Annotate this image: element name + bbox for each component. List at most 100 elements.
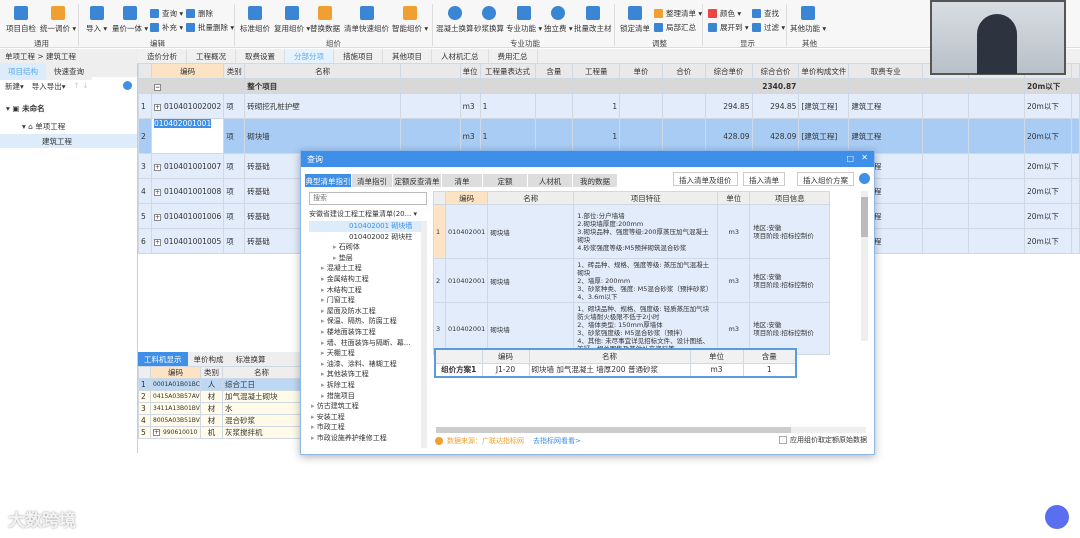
assistant-robot-icon[interactable]: [1045, 505, 1069, 529]
checkbox-box[interactable]: [779, 436, 787, 444]
code-cell[interactable]: +010401002002: [150, 93, 225, 119]
expand-toggle[interactable]: +: [153, 163, 161, 171]
smart-pricing-button[interactable]: 智能组价 ▾: [392, 6, 428, 34]
tree-item[interactable]: 010402002 砌块柱: [309, 232, 421, 243]
tab-cost-analysis[interactable]: 造价分析: [138, 49, 187, 63]
tab-labor-material-summary[interactable]: 人材机汇总: [432, 49, 489, 63]
code-cell[interactable]: +010401001005: [150, 228, 225, 254]
tab-list-guide[interactable]: 清单指引: [352, 174, 392, 187]
col-header-amount[interactable]: 合价: [661, 63, 706, 79]
tree-item[interactable]: ▸ 保温、隔热、防腐工程: [309, 316, 421, 327]
expand-toggle[interactable]: +: [153, 429, 160, 436]
col-header-type[interactable]: 类别: [200, 366, 223, 379]
table-row[interactable]: 2 010402001001 项砌块墙 m3 1 1 428.09 428.09 [建筑工程] 建…: [138, 118, 1080, 154]
tab-typical-list-guide[interactable]: 典型清单指引: [305, 174, 351, 187]
tab-sub-items[interactable]: 分部分项: [285, 49, 334, 63]
reuse-pricing-button[interactable]: 复用组价 ▾: [274, 6, 310, 34]
tree-item[interactable]: ▸ 门窗工程: [309, 295, 421, 306]
delete-button[interactable]: 删除: [186, 8, 213, 19]
tab-unit-price-composition[interactable]: 单价构成: [188, 352, 230, 366]
settings-icon[interactable]: [123, 81, 132, 90]
table-row[interactable]: 3 010402001 砌块墙 1、砌块品种、规格、强度级: 轻质蒸压加气块 防火墙耐…: [433, 302, 831, 355]
tab-fee-settings[interactable]: 取费设置: [236, 49, 285, 63]
move-arrows-icon[interactable]: ↑ ↓: [74, 81, 89, 92]
pricing-plan-row[interactable]: 组价方案1 J1-20 砌块墙 加气混凝土 墙厚200 普通砂浆 m3 1: [434, 362, 797, 378]
other-functions-button[interactable]: 其他功能 ▾: [790, 6, 826, 34]
new-button[interactable]: 新建▾: [5, 81, 24, 92]
code-cell[interactable]: +010401001006: [150, 203, 225, 229]
tab-fee-summary[interactable]: 费用汇总: [489, 49, 538, 63]
tree-item[interactable]: ▸ 措施项目: [309, 391, 421, 402]
tab-my-data[interactable]: 我的数据: [573, 174, 617, 187]
table-row[interactable]: 1 0001A01B01BC 人综合工日: [138, 378, 301, 391]
expand-to-button[interactable]: 展开到 ▾: [708, 22, 749, 33]
collapse-toggle[interactable]: −: [150, 78, 225, 94]
filter-button[interactable]: 过滤 ▾: [752, 22, 785, 33]
code-cell[interactable]: 0415A03B57AV: [150, 390, 201, 403]
col-header-price-file[interactable]: 单价构成文件: [798, 63, 850, 79]
col-header-price[interactable]: 单价: [619, 63, 663, 79]
maximize-icon[interactable]: □: [846, 154, 854, 163]
col-header-quantity[interactable]: 工程量: [572, 63, 621, 79]
search-input[interactable]: [309, 192, 427, 205]
code-cell[interactable]: 0001A01B01BC: [150, 378, 201, 391]
code-cell[interactable]: 3411A13B01BV: [150, 402, 201, 415]
color-button[interactable]: 颜色 ▾: [708, 8, 741, 19]
batch-change-material-button[interactable]: 批量改主材: [574, 6, 612, 34]
tab-measures[interactable]: 措施项目: [334, 49, 383, 63]
col-header-comp-amount[interactable]: 综合合价: [751, 63, 800, 79]
tree-item[interactable]: ▸ 市政设施养护维修工程: [309, 433, 421, 444]
code-cell[interactable]: +990610010: [150, 426, 201, 439]
lock-list-button[interactable]: 锁定清单: [620, 6, 650, 34]
tab-quota-reverse[interactable]: 定额反查清单: [393, 174, 441, 187]
col-header-code[interactable]: 编码: [444, 191, 489, 205]
tab-quick-query[interactable]: 快速查询: [46, 63, 92, 80]
name-cell[interactable]: 砖砌挖孔桩护壁: [244, 93, 402, 119]
import-button[interactable]: 导入 ▾: [86, 6, 107, 34]
expand-toggle[interactable]: +: [153, 188, 161, 196]
tree-item[interactable]: ▸ 墙、柱面装饰与隔断、幕...: [309, 338, 421, 349]
name-cell[interactable]: 砌块墙: [244, 118, 402, 154]
col-header-fee-specialty[interactable]: 取费专业: [848, 63, 923, 79]
professional-functions-button[interactable]: 专业功能 ▾: [506, 6, 542, 34]
tab-project-structure[interactable]: 项目结构: [0, 63, 46, 80]
batch-delete-button[interactable]: 批量删除 ▾: [186, 22, 234, 33]
table-row[interactable]: 2 0415A03B57AV 材加气混凝土砌块: [138, 390, 301, 403]
code-cell[interactable]: 8005A03B51BV: [150, 414, 201, 427]
tab-labor-material-display[interactable]: 工料机显示: [138, 352, 188, 366]
expand-toggle[interactable]: +: [153, 213, 161, 221]
tree-item[interactable]: ▸ 垫层: [309, 253, 421, 264]
tree-building-project[interactable]: 建筑工程: [0, 134, 137, 148]
tree-item[interactable]: 010402001 砌块墙: [309, 221, 421, 232]
mortar-convert-button[interactable]: 砂浆换算: [474, 6, 504, 34]
supplement-button[interactable]: 补充 ▾: [150, 22, 183, 33]
horizontal-scrollbar[interactable]: [436, 427, 866, 433]
table-row[interactable]: 1 010402001 砌块墙 1.部位:分户墙墙 2.砌块墙厚度:200mm 3.砌…: [433, 204, 831, 259]
vertical-scrollbar[interactable]: [861, 191, 868, 341]
quick-pricing-button[interactable]: 清单快速组价: [344, 6, 389, 34]
standard-pricing-button[interactable]: 标准组价: [240, 6, 270, 34]
tab-project-overview[interactable]: 工程概况: [187, 49, 236, 63]
summary-row[interactable]: − 整个项目 2340.87 20m以下: [138, 78, 1080, 94]
unified-price-adjust-button[interactable]: 统一调价 ▾: [40, 6, 76, 34]
table-row[interactable]: 3 3411A13B01BV 材水: [138, 402, 301, 415]
table-row[interactable]: 4 8005A03B51BV 材混合砂浆: [138, 414, 301, 427]
query-button[interactable]: 查询 ▾: [150, 8, 183, 19]
independent-fee-button[interactable]: 独立费 ▾: [544, 6, 573, 34]
user-icon[interactable]: [859, 173, 870, 184]
tree-item[interactable]: ▸ 仿古建筑工程: [309, 401, 421, 412]
table-row[interactable]: 5 +990610010 机灰浆搅拌机: [138, 426, 301, 439]
col-header-code[interactable]: 编码: [150, 63, 225, 79]
indicator-link[interactable]: 去指标网看看>: [533, 436, 581, 446]
tab-other-items[interactable]: 其他项目: [383, 49, 432, 63]
import-export-button[interactable]: 导入导出▾: [32, 81, 66, 92]
tree-item[interactable]: ▸ 木结构工程: [309, 285, 421, 296]
col-header-expression[interactable]: 工程量表达式: [479, 63, 536, 79]
local-summary-button[interactable]: 局部汇总: [654, 22, 696, 33]
apply-original-data-checkbox[interactable]: 应用组价取定额原始数据: [779, 435, 867, 445]
col-header-info[interactable]: 项目信息: [749, 191, 831, 205]
find-button[interactable]: 查找: [752, 8, 779, 19]
code-cell[interactable]: +010401001008: [150, 178, 225, 204]
close-icon[interactable]: ✕: [861, 153, 868, 162]
col-header-type[interactable]: 类别: [223, 63, 246, 79]
